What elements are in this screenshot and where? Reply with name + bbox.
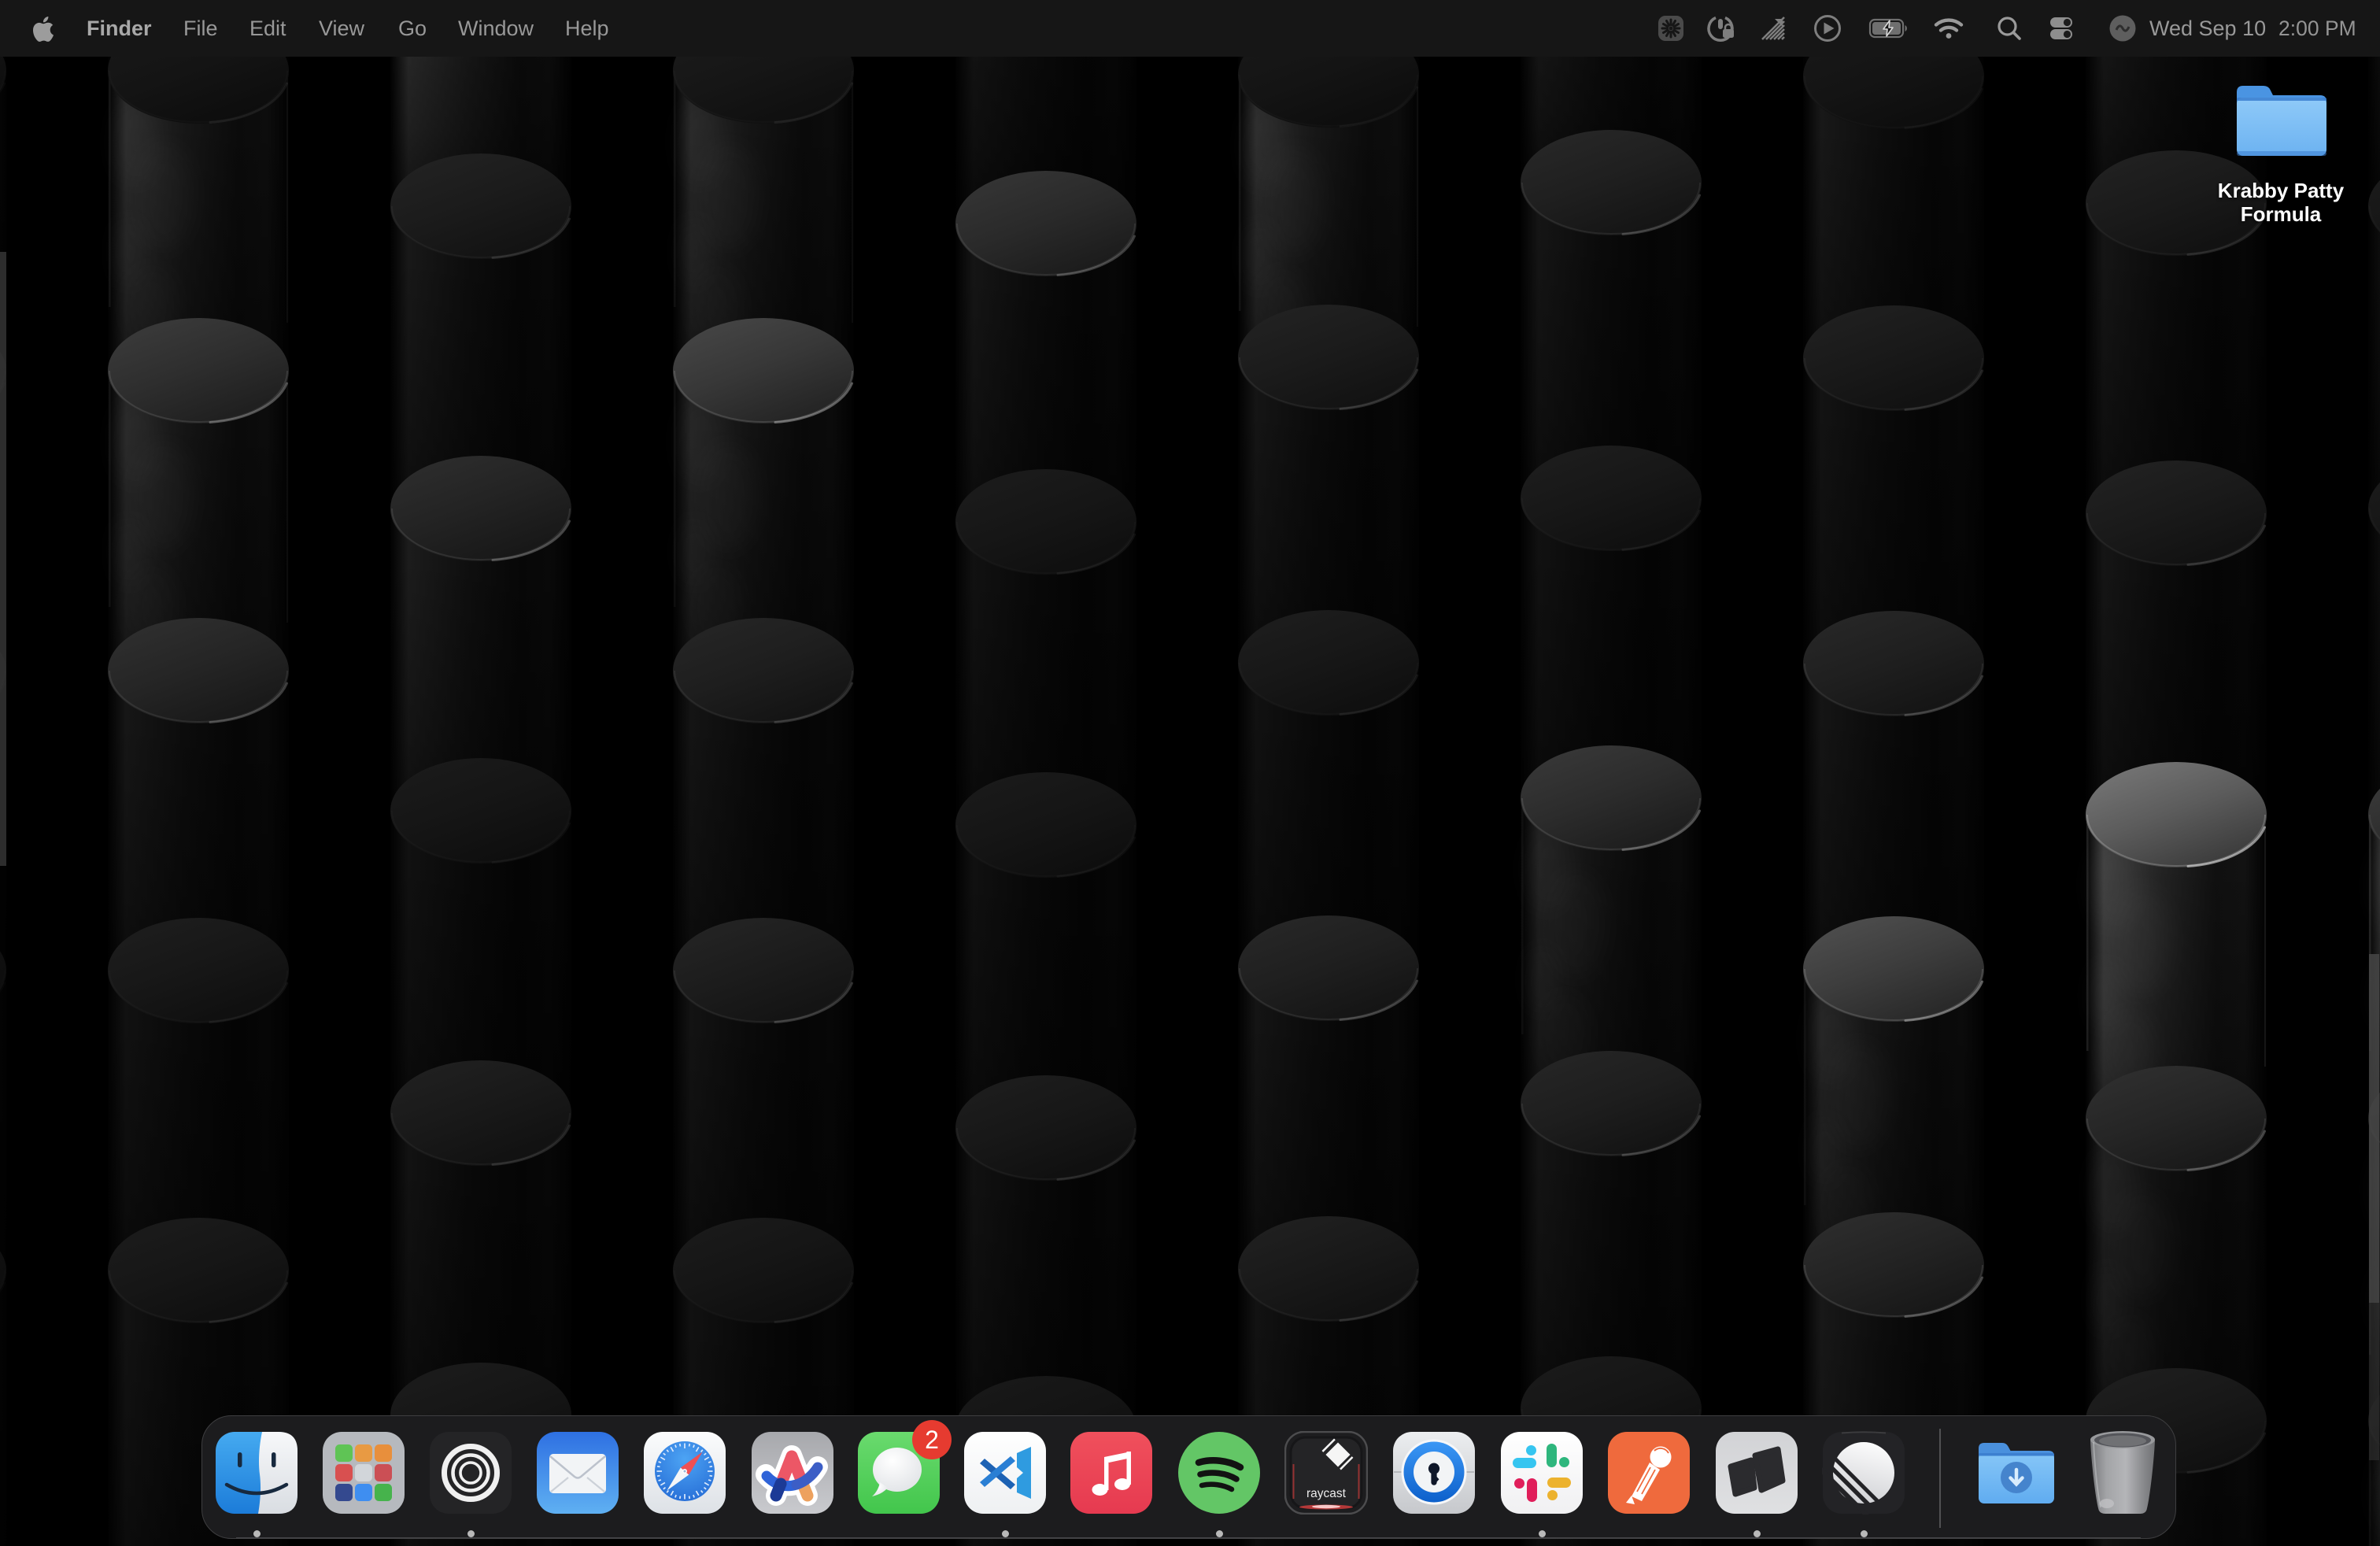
svg-text:raycast: raycast [1306, 1487, 1347, 1500]
